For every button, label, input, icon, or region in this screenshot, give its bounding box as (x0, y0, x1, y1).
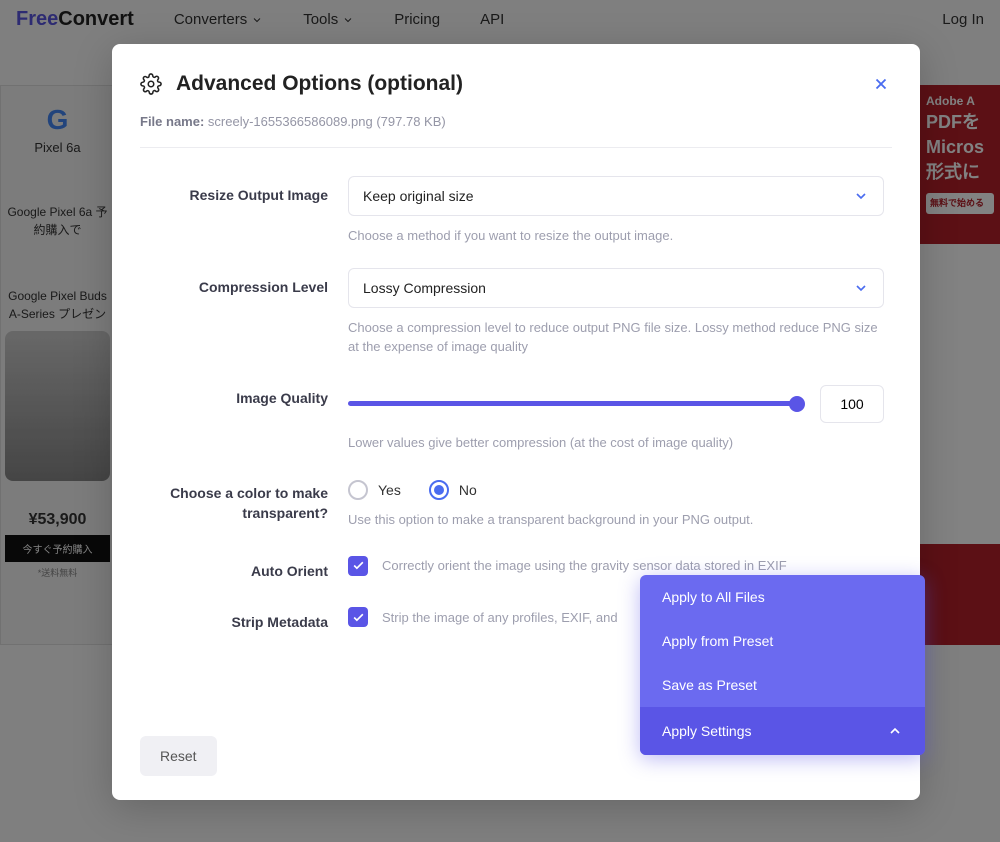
transparent-radio-yes[interactable]: Yes (348, 480, 401, 500)
gear-icon (140, 73, 162, 95)
save-as-preset-item[interactable]: Save as Preset (640, 663, 925, 707)
resize-label: Resize Output Image (148, 176, 348, 246)
resize-help: Choose a method if you want to resize th… (348, 226, 884, 246)
radio-yes-label: Yes (378, 482, 401, 498)
file-name-value: screely-1655366586089.png (797.78 KB) (208, 114, 446, 129)
file-name-line: File name: screely-1655366586089.png (79… (140, 114, 892, 129)
strip-checkbox[interactable] (348, 607, 368, 627)
radio-no-label: No (459, 482, 477, 498)
apply-all-files-item[interactable]: Apply to All Files (640, 575, 925, 619)
quality-slider[interactable] (348, 401, 804, 406)
radio-icon (348, 480, 368, 500)
quality-help: Lower values give better compression (at… (348, 433, 884, 453)
compression-select[interactable]: Lossy Compression (348, 268, 884, 308)
auto-orient-desc: Correctly orient the image using the gra… (382, 558, 787, 573)
radio-icon (429, 480, 449, 500)
modal-header: Advanced Options (optional) (140, 72, 892, 96)
quality-label: Image Quality (148, 379, 348, 453)
quality-slider-thumb[interactable] (789, 396, 805, 412)
check-icon (352, 611, 365, 624)
strip-label: Strip Metadata (148, 603, 348, 633)
transparent-label: Choose a color to make transparent? (148, 474, 348, 530)
compression-help: Choose a compression level to reduce out… (348, 318, 884, 357)
apply-settings-label: Apply Settings (662, 723, 752, 739)
resize-select[interactable]: Keep original size (348, 176, 884, 216)
strip-desc: Strip the image of any profiles, EXIF, a… (382, 610, 618, 625)
resize-select-value: Keep original size (363, 188, 474, 204)
transparent-help: Use this option to make a transparent ba… (348, 510, 884, 530)
chevron-down-icon (853, 280, 869, 296)
apply-settings-button[interactable]: Apply Settings (640, 707, 925, 755)
apply-settings-menu: Apply to All Files Apply from Preset Sav… (640, 575, 925, 755)
chevron-down-icon (853, 188, 869, 204)
auto-orient-label: Auto Orient (148, 552, 348, 582)
close-button[interactable] (870, 73, 892, 95)
chevron-up-icon (887, 723, 903, 739)
modal-title: Advanced Options (optional) (176, 72, 463, 96)
reset-button[interactable]: Reset (140, 736, 217, 776)
transparent-radio-no[interactable]: No (429, 480, 477, 500)
compression-label: Compression Level (148, 268, 348, 357)
file-name-label: File name: (140, 114, 204, 129)
quality-value-input[interactable]: 100 (820, 385, 884, 423)
close-icon (872, 75, 890, 93)
apply-from-preset-item[interactable]: Apply from Preset (640, 619, 925, 663)
compression-select-value: Lossy Compression (363, 280, 486, 296)
check-icon (352, 559, 365, 572)
auto-orient-checkbox[interactable] (348, 556, 368, 576)
